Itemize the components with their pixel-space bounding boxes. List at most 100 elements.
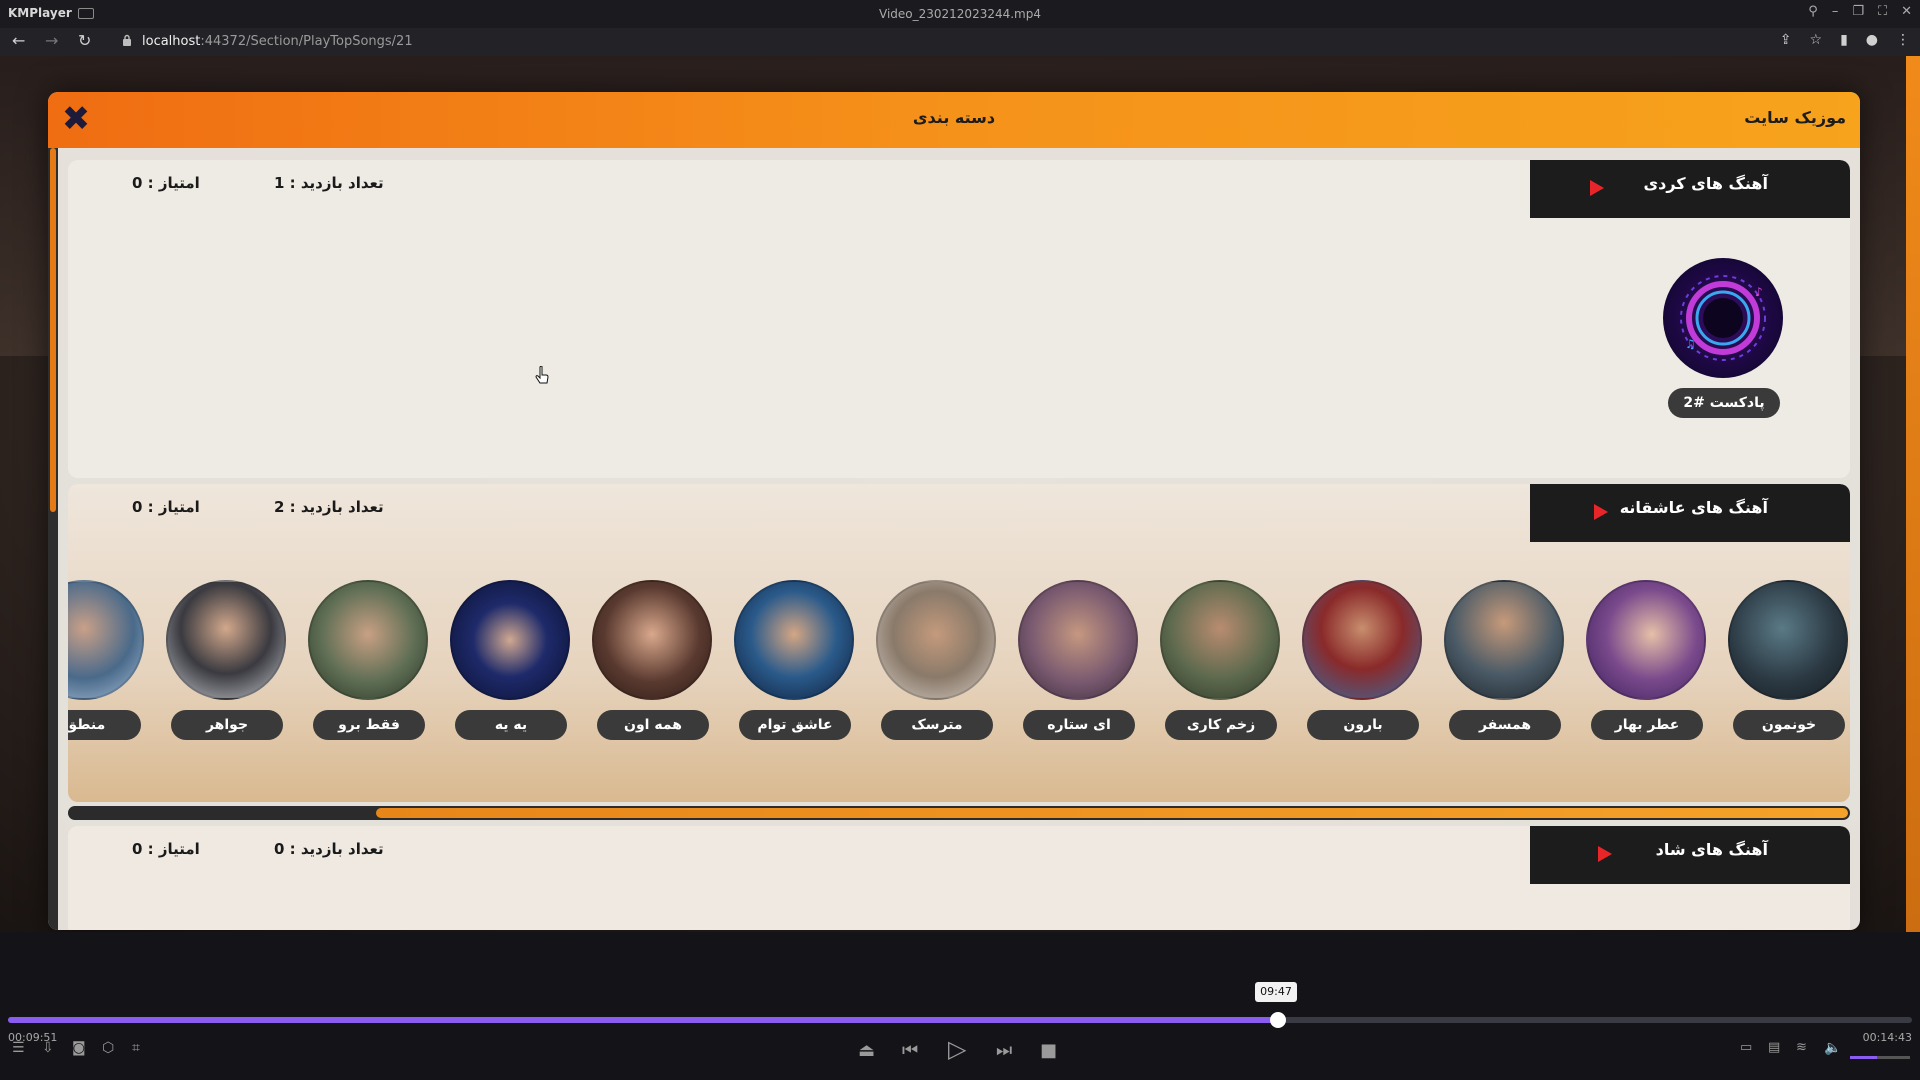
section-title: آهنگ های شاد [1655, 840, 1768, 859]
seek-tooltip: 09:47 [1255, 982, 1297, 1002]
minimize-icon[interactable]: – [1832, 4, 1839, 19]
seek-knob[interactable] [1269, 1012, 1286, 1028]
song-cover[interactable] [734, 580, 854, 700]
file-name: Video_230212023244.mp4 [879, 7, 1041, 21]
stop-icon[interactable]: ■ [1040, 1040, 1057, 1061]
song-cover[interactable] [68, 580, 144, 700]
address-bar[interactable]: localhost:44372/Section/PlayTopSongs/21 [142, 34, 413, 49]
url-path: :44372/Section/PlayTopSongs/21 [200, 34, 413, 49]
song-cover[interactable] [1302, 580, 1422, 700]
browser-actions: ⇪ ☆ ▮ ● ⋮ [1780, 32, 1910, 48]
url-host: localhost [142, 34, 201, 49]
song-cover[interactable] [1586, 580, 1706, 700]
song-cover[interactable] [1444, 580, 1564, 700]
song-label[interactable]: همسفر [1449, 710, 1561, 740]
share-icon[interactable]: ⇪ [1780, 32, 1792, 48]
visits-label: تعداد بازدید : 0 [274, 840, 384, 858]
songs-horizontal-scrollbar[interactable] [68, 806, 1850, 820]
song-label[interactable]: مترسک [881, 710, 993, 740]
song-label[interactable]: فقط برو [313, 710, 425, 740]
visits-label: تعداد بازدید : 1 [274, 174, 384, 192]
seek-progress [8, 1017, 1278, 1023]
section-tab[interactable]: آهنگ های کردی [1530, 160, 1850, 218]
previous-icon[interactable]: ⏮ [902, 1040, 918, 1061]
back-icon[interactable]: ← [12, 31, 25, 50]
player-titlebar: KMPlayer Video_230212023244.mp4 ⚲ – ❐ ⛶ … [0, 0, 1920, 28]
song-cover[interactable] [592, 580, 712, 700]
equalizer-icon[interactable]: ≋ [1796, 1040, 1807, 1055]
section-tab[interactable]: آهنگ های عاشقانه [1530, 484, 1850, 542]
menu-icon[interactable]: ⋮ [1896, 32, 1910, 48]
score-label: امتیاز : 0 [132, 174, 200, 192]
song-cover[interactable] [1728, 580, 1848, 700]
capture-icon[interactable]: ⌗ [132, 1040, 140, 1056]
visits-label: تعداد بازدید : 2 [274, 498, 384, 516]
song-cover[interactable] [308, 580, 428, 700]
play-icon[interactable] [1598, 846, 1612, 862]
play-icon[interactable]: ▷ [948, 1035, 966, 1063]
pin-icon[interactable]: ⚲ [1808, 4, 1818, 19]
profile-icon[interactable]: ● [1866, 32, 1878, 48]
fullscreen-icon[interactable]: ⛶ [1878, 4, 1887, 19]
modal-header: ✖ دسته بندی موزیک سایت [48, 92, 1860, 148]
vr-icon[interactable]: ◙ [72, 1040, 86, 1056]
browser-toolbar: ← → ↻ localhost:44372/Section/PlayTopSon… [0, 28, 1920, 56]
window-controls: ⚲ – ❐ ⛶ ✕ [1808, 4, 1912, 19]
song-label[interactable]: یه یه [455, 710, 567, 740]
bookmark-star-icon[interactable]: ☆ [1810, 32, 1823, 48]
song-cover[interactable] [166, 580, 286, 700]
3d-icon[interactable]: ⬡ [102, 1040, 114, 1056]
volume-level [1850, 1056, 1877, 1059]
podcast-cover[interactable]: ♪ ♫ [1663, 258, 1783, 378]
sidebar-icon[interactable]: ▮ [1840, 32, 1848, 48]
scrollbar-thumb[interactable] [376, 808, 1848, 818]
site-title: موزیک سایت [1744, 108, 1846, 127]
song-label[interactable]: ای ستاره [1023, 710, 1135, 740]
forward-icon[interactable]: → [45, 31, 58, 50]
song-cover[interactable] [876, 580, 996, 700]
seek-bar[interactable] [8, 1012, 1912, 1028]
total-time: 00:14:43 [1862, 1031, 1912, 1044]
play-icon[interactable] [1590, 180, 1604, 196]
modal-title: دسته بندی [912, 108, 996, 127]
modal-scrollbar-thumb[interactable] [50, 148, 56, 512]
volume-slider[interactable] [1850, 1056, 1910, 1059]
song-label[interactable]: عطر بهار [1591, 710, 1703, 740]
song-label[interactable]: زخم کاری [1165, 710, 1277, 740]
song-cover[interactable] [450, 580, 570, 700]
svg-text:♫: ♫ [1685, 337, 1696, 351]
podcast-label[interactable]: پادکست #2 [1668, 388, 1780, 418]
score-label: امتیاز : 0 [132, 840, 200, 858]
background-edge [1906, 56, 1920, 932]
section-tab[interactable]: آهنگ های شاد [1530, 826, 1850, 884]
song-cover[interactable] [1160, 580, 1280, 700]
subtitle-icon[interactable]: ▤ [1768, 1040, 1780, 1055]
playlist-icon[interactable]: ☰ [12, 1040, 25, 1056]
song-label[interactable]: خونمون [1733, 710, 1845, 740]
song-label[interactable]: منطق [68, 710, 141, 740]
next-icon[interactable]: ⏭ [996, 1040, 1012, 1061]
play-icon[interactable] [1594, 504, 1608, 520]
eject-icon[interactable]: ⏏ [858, 1040, 875, 1061]
section-title: آهنگ های کردی [1643, 174, 1768, 193]
section-title: آهنگ های عاشقانه [1619, 498, 1768, 517]
music-ring-image: ♪ ♫ [1680, 275, 1766, 361]
modal-scrollbar[interactable] [48, 148, 58, 930]
lock-icon [123, 34, 131, 46]
song-label[interactable]: بارون [1307, 710, 1419, 740]
section-kurdish: امتیاز : 0 تعداد بازدید : 1 آهنگ های کرد… [68, 160, 1850, 478]
svg-text:♪: ♪ [1755, 285, 1763, 299]
section-happy: امتیاز : 0 تعداد بازدید : 0 آهنگ های شاد [68, 826, 1850, 930]
hand-cursor-icon [535, 366, 549, 384]
close-window-icon[interactable]: ✕ [1901, 4, 1912, 19]
download-icon[interactable]: ⇩ [42, 1040, 54, 1056]
song-cover[interactable] [1018, 580, 1138, 700]
reload-icon[interactable]: ↻ [78, 31, 91, 50]
hw-icon[interactable]: ▭ [1740, 1040, 1752, 1055]
restore-icon[interactable]: ❐ [1852, 4, 1864, 19]
song-label[interactable]: همه اون [597, 710, 709, 740]
song-label[interactable]: جواهر [171, 710, 283, 740]
song-label[interactable]: عاشق توام [739, 710, 851, 740]
section-romantic: امتیاز : 0 تعداد بازدید : 2 آهنگ های عاش… [68, 484, 1850, 802]
volume-icon[interactable]: 🔈 [1824, 1040, 1841, 1056]
